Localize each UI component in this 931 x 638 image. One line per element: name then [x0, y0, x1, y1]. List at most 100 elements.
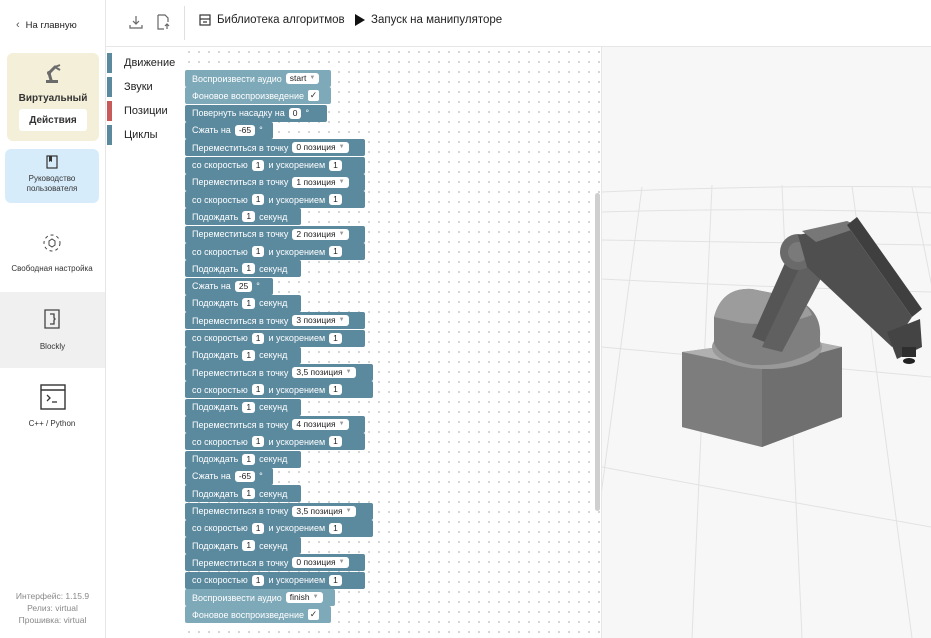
back-home-link[interactable]: ‹ На главную: [16, 19, 77, 31]
squeeze-input[interactable]: -65: [234, 470, 256, 482]
move-to-point-block[interactable]: Переместиться в точку 0 позиция ▼: [185, 139, 365, 157]
move-speed-row[interactable]: со скоростью 1 и ускорением 1: [185, 329, 365, 347]
acceleration-input[interactable]: 1: [329, 194, 342, 206]
rotate-nozzle-block[interactable]: Повернуть насадку на 0 °: [185, 104, 327, 122]
category-item[interactable]: Звуки: [106, 77, 184, 97]
speed-input[interactable]: 1: [251, 384, 265, 396]
user-guide-button[interactable]: Руководство пользователя: [5, 149, 99, 203]
block-text: и ускорением: [268, 575, 326, 586]
speed-input[interactable]: 1: [251, 574, 265, 586]
cpp-python-button[interactable]: C++ / Python: [5, 380, 99, 436]
position-dropdown[interactable]: 3,5 позиция ▼: [292, 505, 356, 517]
wait-block[interactable]: Подождать 1 секунд: [185, 294, 301, 312]
wait-block[interactable]: Подождать 1 секунд: [185, 485, 301, 503]
block-text: и ускорением: [268, 384, 326, 395]
upload-file-icon[interactable]: [155, 14, 171, 30]
speed-input[interactable]: 1: [251, 522, 265, 534]
category-item[interactable]: Позиции: [106, 101, 184, 121]
block-text: со скоростью: [192, 523, 248, 534]
download-icon[interactable]: [128, 14, 144, 30]
free-setup-button[interactable]: Свободная настройка: [5, 226, 99, 282]
wait-seconds-input[interactable]: 1: [242, 488, 256, 500]
wait-seconds-input[interactable]: 1: [242, 211, 256, 223]
wait-block[interactable]: Подождать 1 секунд: [185, 537, 301, 555]
acceleration-input[interactable]: 1: [329, 574, 342, 586]
move-speed-row[interactable]: со скоростью 1 и ускорением 1: [185, 571, 365, 589]
play-audio-block[interactable]: Воспроизвести аудио finish ▼: [185, 589, 335, 606]
workspace-scrollbar[interactable]: [595, 193, 600, 511]
squeeze-block[interactable]: Сжать на 25 °: [185, 277, 273, 295]
wait-block[interactable]: Подождать 1 секунд: [185, 398, 301, 416]
wait-seconds-input[interactable]: 1: [242, 263, 256, 275]
category-item[interactable]: Движение: [106, 53, 184, 73]
checkbox[interactable]: ✓: [308, 609, 319, 621]
algorithm-library-button[interactable]: Библиотека алгоритмов: [199, 14, 345, 26]
position-dropdown[interactable]: 1 позиция ▼: [292, 176, 349, 188]
speed-input[interactable]: 1: [251, 436, 265, 448]
position-dropdown[interactable]: 3,5 позиция ▼: [292, 367, 356, 379]
move-to-point-block[interactable]: Переместиться в точку 3,5 позиция ▼: [185, 502, 373, 520]
wait-block[interactable]: Подождать 1 секунд: [185, 346, 301, 364]
move-speed-row[interactable]: со скоростью 1 и ускорением 1: [185, 156, 365, 174]
background-play-block[interactable]: Фоновое воспроизведение ✓: [185, 87, 331, 105]
background-play-block[interactable]: Фоновое воспроизведение ✓: [185, 606, 331, 624]
acceleration-input[interactable]: 1: [329, 436, 342, 448]
play-audio-block[interactable]: Воспроизвести аудио start ▼: [185, 70, 331, 87]
move-speed-row[interactable]: со скоростью 1 и ускорением 1: [185, 191, 365, 209]
acceleration-input[interactable]: 1: [329, 384, 342, 396]
wait-block[interactable]: Подождать 1 секунд: [185, 450, 301, 468]
category-color-bar: [107, 101, 112, 121]
move-speed-row[interactable]: со скоростью 1 и ускорением 1: [185, 381, 373, 399]
block-text: Переместиться в точку: [192, 229, 289, 240]
position-dropdown-value: 1 позиция: [296, 176, 336, 187]
audio-dropdown[interactable]: start ▼: [285, 73, 320, 84]
speed-input[interactable]: 1: [251, 159, 265, 171]
wait-block[interactable]: Подождать 1 секунд: [185, 260, 301, 278]
squeeze-block[interactable]: Сжать на -65 °: [185, 467, 273, 485]
actions-button[interactable]: Действия: [19, 109, 87, 131]
mode-card-virtual[interactable]: Виртуальный Действия: [7, 53, 99, 141]
move-to-point-block[interactable]: Переместиться в точку 1 позиция ▼: [185, 173, 365, 191]
acceleration-input[interactable]: 1: [329, 522, 342, 534]
move-to-point-block[interactable]: Переместиться в точку 2 позиция ▼: [185, 225, 365, 243]
speed-input[interactable]: 1: [251, 194, 265, 206]
wait-block[interactable]: Подождать 1 секунд: [185, 208, 301, 226]
robot-3d-view[interactable]: [602, 47, 931, 638]
squeeze-input[interactable]: 25: [234, 280, 253, 292]
move-to-point-block[interactable]: Переместиться в точку 0 позиция ▼: [185, 554, 365, 572]
wait-seconds-input[interactable]: 1: [242, 349, 256, 361]
move-speed-row[interactable]: со скоростью 1 и ускорением 1: [185, 433, 365, 451]
position-dropdown[interactable]: 2 позиция ▼: [292, 228, 349, 240]
speed-input-value: 1: [255, 332, 261, 343]
speed-input[interactable]: 1: [251, 246, 265, 257]
acceleration-input[interactable]: 1: [329, 246, 342, 257]
squeeze-input[interactable]: -65: [234, 124, 256, 136]
checkbox[interactable]: ✓: [308, 90, 319, 102]
position-dropdown[interactable]: 0 позиция ▼: [292, 142, 349, 154]
position-dropdown[interactable]: 3 позиция ▼: [292, 315, 349, 327]
move-to-point-block[interactable]: Переместиться в точку 3 позиция ▼: [185, 312, 365, 330]
audio-dropdown[interactable]: finish ▼: [285, 592, 323, 603]
acceleration-input[interactable]: 1: [329, 332, 342, 344]
position-dropdown[interactable]: 0 позиция ▼: [292, 557, 349, 569]
wait-seconds-input[interactable]: 1: [242, 401, 256, 413]
position-dropdown[interactable]: 4 позиция ▼: [292, 419, 349, 430]
wait-seconds-input[interactable]: 1: [242, 540, 256, 552]
block-text: секунд: [259, 298, 288, 309]
block-text: Переместиться в точку: [192, 367, 289, 378]
wait-seconds-input-value: 1: [246, 540, 252, 551]
move-speed-row[interactable]: со скоростью 1 и ускорением 1: [185, 243, 365, 260]
wait-seconds-input[interactable]: 1: [242, 297, 256, 309]
wait-seconds-input[interactable]: 1: [242, 453, 256, 465]
acceleration-input[interactable]: 1: [329, 159, 342, 171]
category-item[interactable]: Циклы: [106, 125, 184, 145]
block-text: и ускорением: [268, 194, 326, 205]
angle-input[interactable]: 0: [288, 107, 302, 119]
move-to-point-block[interactable]: Переместиться в точку 4 позиция ▼: [185, 416, 365, 433]
run-on-manipulator-button[interactable]: Запуск на манипуляторе: [354, 14, 502, 26]
move-to-point-block[interactable]: Переместиться в точку 3,5 позиция ▼: [185, 364, 373, 382]
move-speed-row[interactable]: со скоростью 1 и ускорением 1: [185, 519, 373, 537]
squeeze-block[interactable]: Сжать на -65 °: [185, 121, 273, 139]
blockly-button[interactable]: Blockly: [0, 292, 105, 368]
speed-input[interactable]: 1: [251, 332, 265, 344]
